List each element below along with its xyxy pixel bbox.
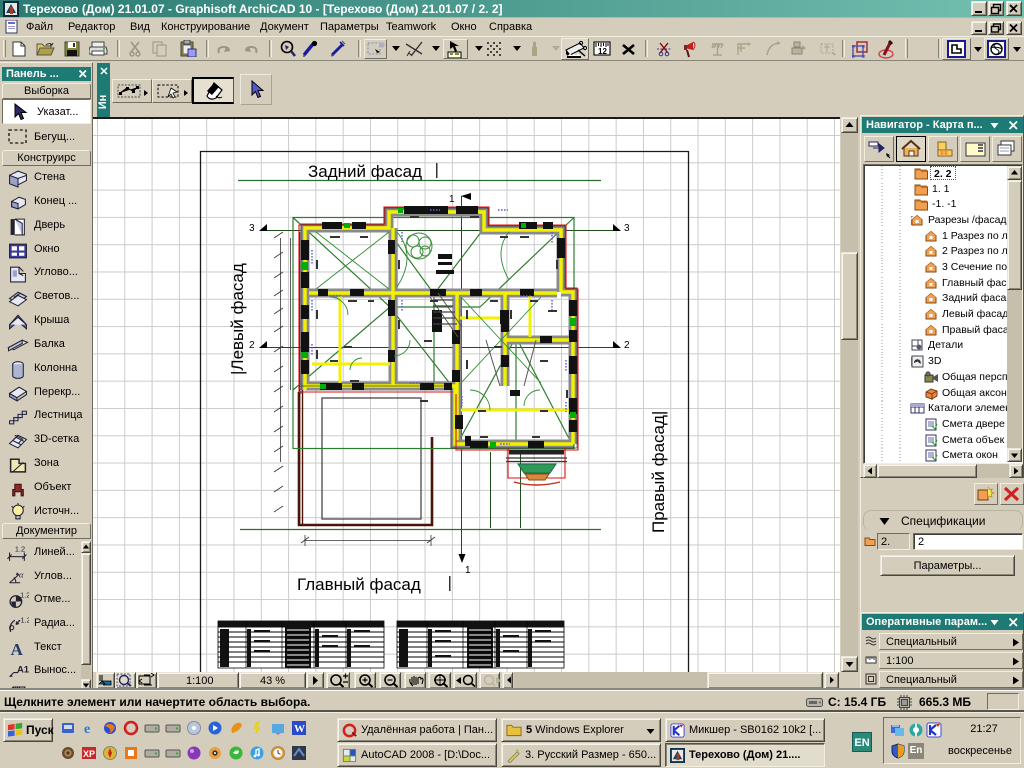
svg-text:1.2: 1.2 xyxy=(20,591,29,599)
svg-text:1: 1 xyxy=(449,194,455,205)
svg-text:XP: XP xyxy=(83,749,95,759)
svg-text:1: 1 xyxy=(465,565,471,576)
svg-text:-1.2: -1.2 xyxy=(18,615,29,624)
svg-text:3: 3 xyxy=(249,223,255,234)
svg-text:Главный фасад: Главный фасад xyxy=(297,575,421,594)
svg-text:3: 3 xyxy=(624,223,630,234)
svg-text:Правый фасад|: Правый фасад| xyxy=(649,411,668,533)
svg-text:A: A xyxy=(11,640,24,658)
svg-text:1.2: 1.2 xyxy=(15,544,25,553)
svg-text:α: α xyxy=(19,570,24,580)
svg-text:e: e xyxy=(84,722,90,736)
svg-text:2: 2 xyxy=(249,340,255,351)
svg-text:W: W xyxy=(294,723,305,735)
svg-text:Задний фасад: Задний фасад xyxy=(308,162,422,181)
svg-text:A1: A1 xyxy=(17,665,29,676)
svg-text:|Левый фасад: |Левый фасад xyxy=(228,263,247,375)
svg-text:12: 12 xyxy=(598,47,607,56)
svg-text:2: 2 xyxy=(624,340,630,351)
